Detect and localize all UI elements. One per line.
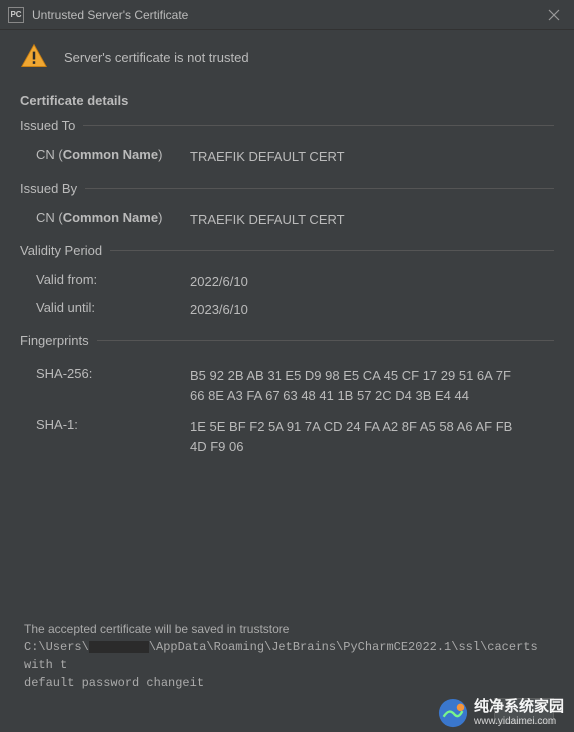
valid-until-value: 2023/6/10 bbox=[190, 300, 248, 320]
sha1-value: 1E 5E BF F2 5A 91 7A CD 24 FA A2 8F A5 5… bbox=[190, 417, 520, 456]
truststore-note: The accepted certificate will be saved i… bbox=[24, 620, 554, 692]
valid-from-label: Valid from: bbox=[36, 272, 190, 287]
issued-to-section: Issued To CN (Common Name) TRAEFIK DEFAU… bbox=[20, 118, 554, 171]
action-button[interactable] bbox=[494, 698, 554, 724]
issued-to-label: Issued To bbox=[20, 118, 75, 133]
truststore-path: C:\Users\\AppData\Roaming\JetBrains\PyCh… bbox=[24, 638, 554, 674]
redacted-username bbox=[89, 641, 149, 653]
details-title: Certificate details bbox=[20, 93, 554, 108]
fingerprints-label: Fingerprints bbox=[20, 333, 89, 348]
validity-label: Validity Period bbox=[20, 243, 102, 258]
sha256-label: SHA-256: bbox=[36, 366, 190, 381]
app-icon: PC bbox=[8, 7, 24, 23]
issued-by-cn-value: TRAEFIK DEFAULT CERT bbox=[190, 210, 345, 230]
content: Certificate details Issued To CN (Common… bbox=[0, 93, 574, 460]
divider bbox=[110, 250, 554, 251]
watermark-logo-icon bbox=[438, 698, 468, 728]
note-line1: The accepted certificate will be saved i… bbox=[24, 620, 554, 638]
divider bbox=[85, 188, 554, 189]
issued-to-cn-label: CN (Common Name) bbox=[36, 147, 190, 162]
validity-section: Validity Period Valid from: 2022/6/10 Va… bbox=[20, 243, 554, 323]
note-line3: default password changeit bbox=[24, 674, 554, 692]
header: Server's certificate is not trusted bbox=[0, 30, 574, 89]
issued-to-cn-value: TRAEFIK DEFAULT CERT bbox=[190, 147, 345, 167]
issued-by-cn-label: CN (Common Name) bbox=[36, 210, 190, 225]
titlebar: PC Untrusted Server's Certificate bbox=[0, 0, 574, 30]
divider bbox=[97, 340, 554, 341]
valid-until-label: Valid until: bbox=[36, 300, 190, 315]
fingerprints-section: Fingerprints SHA-256: B5 92 2B AB 31 E5 … bbox=[20, 333, 554, 460]
divider bbox=[83, 125, 554, 126]
warning-icon bbox=[20, 42, 48, 73]
issued-by-label: Issued By bbox=[20, 181, 77, 196]
window-title: Untrusted Server's Certificate bbox=[32, 8, 542, 22]
button-row bbox=[494, 698, 554, 724]
close-button[interactable] bbox=[542, 3, 566, 27]
header-message: Server's certificate is not trusted bbox=[64, 50, 249, 65]
sha256-value: B5 92 2B AB 31 E5 D9 98 E5 CA 45 CF 17 2… bbox=[190, 366, 520, 405]
valid-from-value: 2022/6/10 bbox=[190, 272, 248, 292]
issued-by-section: Issued By CN (Common Name) TRAEFIK DEFAU… bbox=[20, 181, 554, 234]
sha1-label: SHA-1: bbox=[36, 417, 190, 432]
close-icon bbox=[548, 9, 560, 21]
